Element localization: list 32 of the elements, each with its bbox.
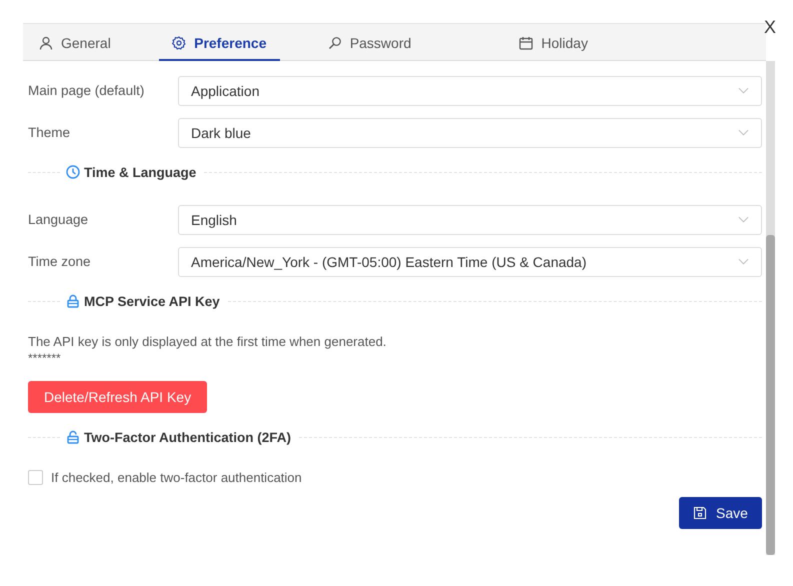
field-label: Language [28, 212, 90, 227]
tab[interactable]: Password [316, 24, 424, 61]
field-label: Time zone [28, 254, 92, 269]
checkbox[interactable] [28, 470, 43, 485]
scrollbar[interactable] [766, 61, 775, 555]
tab[interactable]: Holiday [507, 24, 600, 61]
lock-icon [66, 294, 80, 308]
section-title: MCP Service API Key [84, 294, 220, 308]
chevron-down-icon [738, 258, 749, 265]
save-button[interactable]: Save [679, 497, 762, 529]
api-key-note: The API key is only displayed at the first time when generated. [28, 333, 388, 351]
calendar-icon [519, 36, 534, 50]
clock-icon [66, 165, 80, 179]
select-field[interactable]: America/New_York - (GMT-05:00) Eastern Time (US & Canada) [178, 246, 762, 276]
tab[interactable]: General [27, 24, 123, 61]
chevron-down-icon [738, 87, 749, 94]
tab[interactable]: Preference [158, 24, 280, 61]
checkbox-label: If checked, enable two-factor authentication [51, 470, 302, 485]
field-label: Theme [28, 125, 72, 140]
close-button[interactable]: X [764, 17, 776, 38]
gear-icon [172, 36, 186, 50]
section-title: Time & Language [84, 164, 196, 180]
masked-api-key: ******* [28, 351, 762, 365]
select-field[interactable]: Application [178, 76, 762, 106]
chevron-down-icon [738, 129, 749, 136]
select-field[interactable]: Dark blue [178, 118, 762, 148]
field-label: Main page (default) [28, 83, 146, 98]
select-field[interactable]: English [178, 204, 762, 234]
section-title: Two-Factor Authentication (2FA) [84, 430, 291, 444]
unlocked-padlock-icon [66, 430, 80, 444]
chevron-down-icon [738, 216, 749, 223]
person-icon [39, 36, 53, 50]
